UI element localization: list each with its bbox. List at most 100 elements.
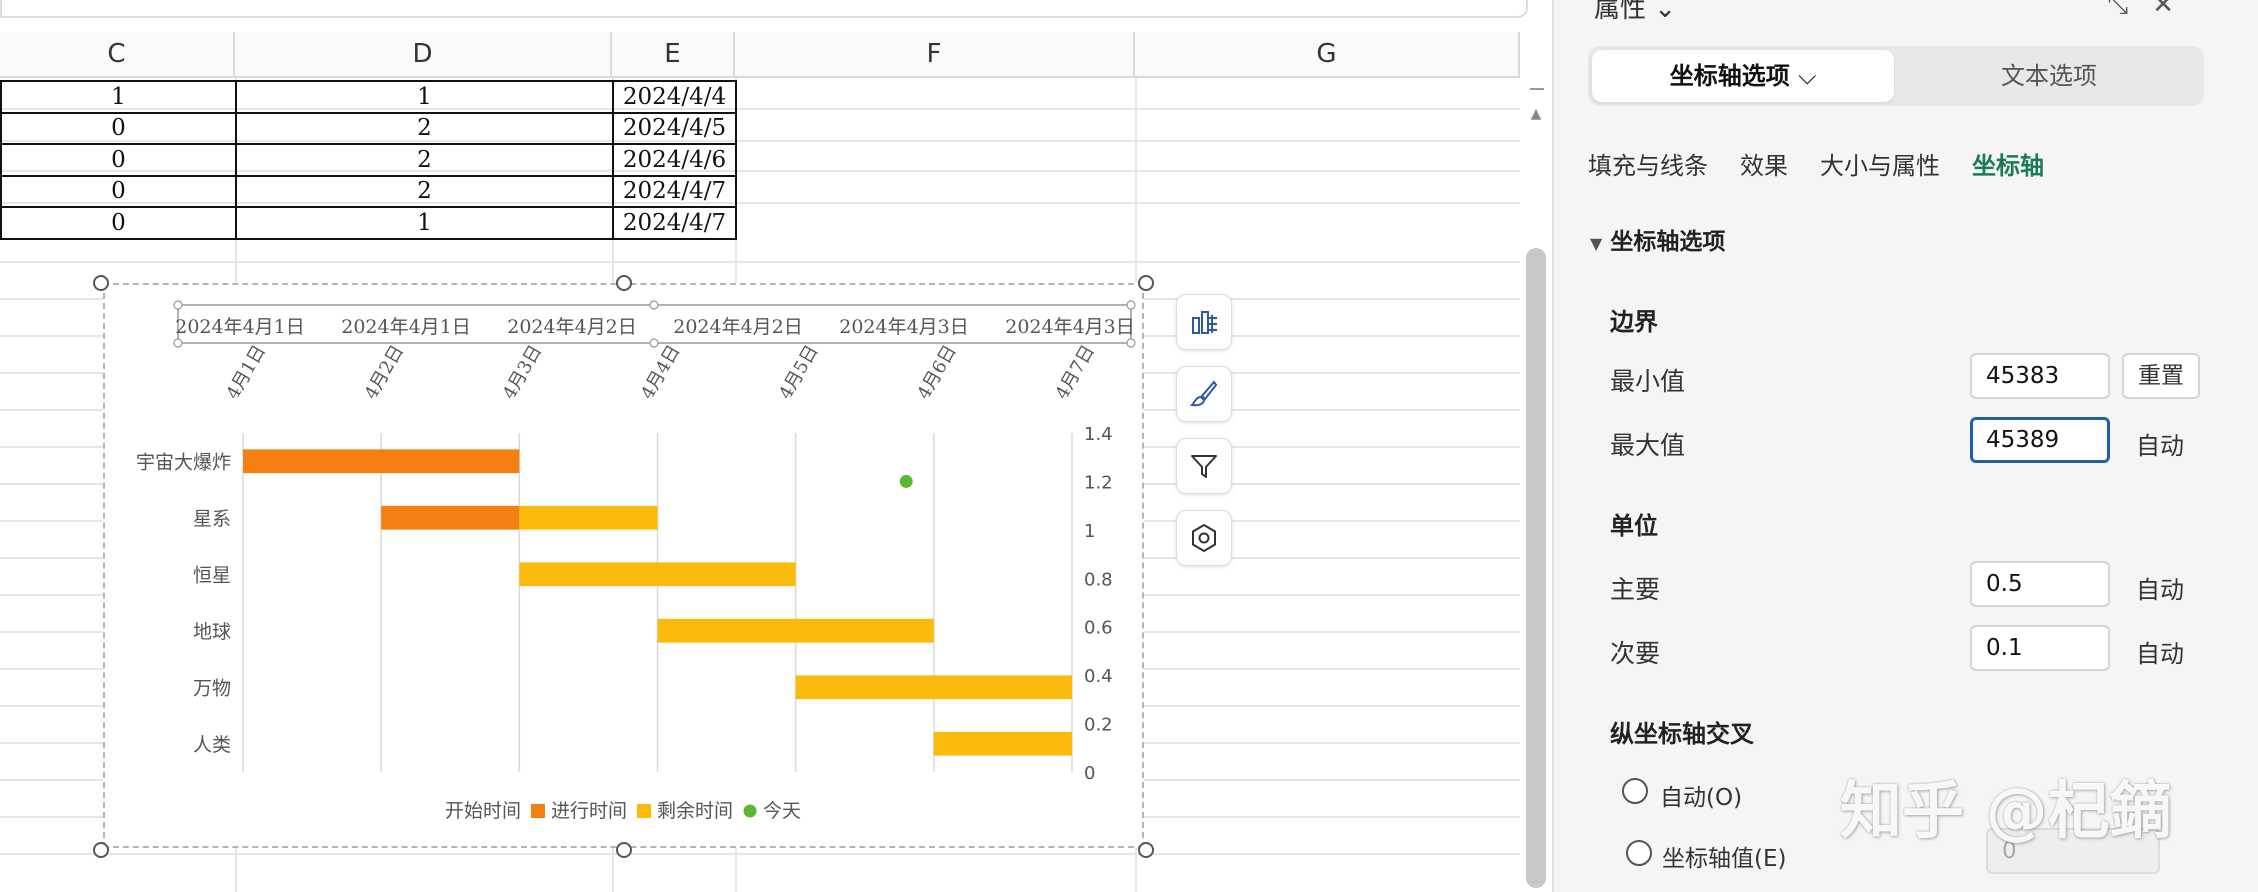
top-axis-tick-label: 2024年4月3日 <box>1005 316 1135 338</box>
top-axis-box <box>177 304 1132 344</box>
chart-canvas: 2024年4月1日 2024年4月1日 2024年4月2日 2024年4月2日 2024… <box>136 300 1136 822</box>
x-axis-tick-label: 4月5日 <box>775 341 823 403</box>
close-icon[interactable]: ✕ <box>2152 0 2198 20</box>
units-heading: 单位 <box>1610 512 1658 540</box>
formula-bar[interactable] <box>0 0 1528 18</box>
secondary-y-tick-label: 0.8 <box>1084 569 1113 590</box>
chart-elements-button[interactable] <box>1176 294 1232 350</box>
column-header-c[interactable]: C <box>0 32 235 76</box>
reset-min-button[interactable]: 重置 <box>2122 353 2200 399</box>
chevron-down-icon: ⌵ <box>1798 62 1817 90</box>
scroll-thumb[interactable] <box>1526 248 1546 888</box>
table-cell[interactable]: 0 <box>0 111 237 145</box>
table-row: 0 2 2024/4/6 <box>0 143 737 177</box>
scroll-up-icon[interactable]: ▲ <box>1528 106 1544 122</box>
table-row: 0 1 2024/4/7 <box>0 206 737 240</box>
column-header-f[interactable]: F <box>735 32 1135 76</box>
table-cell[interactable]: 2024/4/5 <box>612 111 737 145</box>
option-segments: 坐标轴选项 ⌵ 文本选项 <box>1588 46 2204 106</box>
table-row: 0 2 2024/4/7 <box>0 174 737 208</box>
table-cell[interactable]: 2 <box>235 143 614 177</box>
bar-剩余时间 <box>519 505 658 530</box>
major-unit-input[interactable] <box>1970 561 2110 607</box>
minor-label: 次要 <box>1610 639 1661 668</box>
table-cell[interactable]: 1 <box>235 206 614 240</box>
column-header-g[interactable]: G <box>1135 32 1520 76</box>
table-cell[interactable]: 0 <box>0 143 237 177</box>
gantt-chart[interactable]: 2024年4月1日 2024年4月1日 2024年4月2日 2024年4月2日 2024… <box>103 283 1144 848</box>
radio-cross-auto-label[interactable]: 自动(O) <box>1660 778 1742 812</box>
x-axis-tick-label: 4月1日 <box>222 341 270 403</box>
data-table: 1 1 2024/4/4 0 2 2024/4/5 0 2 2024/4/6 0 2 2024/4/7… <box>0 80 737 240</box>
resize-handle-bottom-left[interactable] <box>93 842 109 858</box>
table-cell[interactable]: 2 <box>235 174 614 208</box>
panel-title[interactable]: 属性 ⌄ <box>1594 0 1676 25</box>
column-header-e[interactable]: E <box>612 32 735 76</box>
max-value-input[interactable] <box>1970 417 2110 463</box>
resize-handle-top-right[interactable] <box>1138 275 1154 291</box>
pin-icon[interactable]: ⤡ <box>2107 0 2152 20</box>
resize-handle-top[interactable] <box>616 275 632 291</box>
table-row: 0 2 2024/4/5 <box>0 111 737 145</box>
chart-style-button[interactable] <box>1176 366 1232 422</box>
x-axis-tick-label: 4月7日 <box>1051 341 1099 403</box>
chart-filter-button[interactable] <box>1176 438 1232 494</box>
segment-text-options[interactable]: 文本选项 <box>1898 50 2200 102</box>
top-axis-handle <box>173 338 183 348</box>
chart-settings-icon <box>1192 523 1216 553</box>
tab-effects[interactable]: 效果 <box>1740 146 1788 181</box>
chart-filter-icon <box>1191 455 1217 478</box>
chevron-down-icon: ⌄ <box>1654 0 1677 24</box>
bar-进行时间 <box>381 505 520 530</box>
scroll-top-line <box>1530 88 1544 90</box>
table-cell[interactable]: 1 <box>235 80 614 114</box>
legend-label: 剩余时间 <box>657 800 733 822</box>
section-axis-options[interactable]: ▼ 坐标轴选项 <box>1590 222 1725 256</box>
legend-label: 开始时间 <box>445 800 521 822</box>
chart-elements-icon <box>1192 311 1217 334</box>
radio-cross-value-label[interactable]: 坐标轴值(E) <box>1662 839 1786 873</box>
triangle-down-icon: ▼ <box>1590 234 1603 253</box>
legend-label: 今天 <box>763 800 801 822</box>
secondary-y-tick-label: 1 <box>1084 521 1095 542</box>
table-cell[interactable]: 2024/4/7 <box>612 174 737 208</box>
resize-handle-top-left[interactable] <box>93 275 109 291</box>
x-axis-tick-label: 4月2日 <box>361 341 409 403</box>
top-axis-handle <box>649 338 659 348</box>
bar-剩余时间 <box>795 675 1072 700</box>
table-cell[interactable]: 1 <box>0 80 237 114</box>
segment-axis-options[interactable]: 坐标轴选项 ⌵ <box>1592 50 1894 102</box>
watermark: 知乎 @杞鏑 <box>1840 774 2172 847</box>
panel-window-controls: ⤡✕ <box>2107 0 2198 21</box>
table-cell[interactable]: 0 <box>0 206 237 240</box>
today-marker <box>899 474 913 488</box>
vertical-scrollbar[interactable]: ▲ <box>1520 78 1552 892</box>
minor-unit-input[interactable] <box>1970 625 2110 671</box>
tab-size-properties[interactable]: 大小与属性 <box>1820 146 1940 181</box>
resize-handle-bottom[interactable] <box>616 842 632 858</box>
x-axis-tick-label: 4月3日 <box>499 341 547 403</box>
secondary-y-tick-label: 1.2 <box>1084 472 1113 493</box>
tab-fill-line[interactable]: 填充与线条 <box>1588 146 1708 181</box>
minor-auto-button[interactable]: 自动 <box>2136 634 2184 669</box>
table-cell[interactable]: 2024/4/4 <box>612 80 737 114</box>
resize-handle-bottom-right[interactable] <box>1138 842 1154 858</box>
table-cell[interactable]: 2024/4/6 <box>612 143 737 177</box>
table-cell[interactable]: 2 <box>235 111 614 145</box>
bar-剩余时间 <box>657 618 934 643</box>
radio-cross-value[interactable] <box>1626 840 1652 866</box>
major-label: 主要 <box>1610 575 1661 604</box>
radio-cross-auto[interactable] <box>1622 778 1648 804</box>
min-value-input[interactable] <box>1970 353 2110 399</box>
major-auto-button[interactable]: 自动 <box>2136 570 2184 605</box>
table-cell[interactable]: 2024/4/7 <box>612 206 737 240</box>
bar-剩余时间 <box>933 731 1072 756</box>
column-header-d[interactable]: D <box>235 32 612 76</box>
top-axis-handle <box>1126 338 1136 348</box>
column-header-row: C D E F G <box>0 32 1520 78</box>
legend-swatch <box>637 804 651 818</box>
table-cell[interactable]: 0 <box>0 174 237 208</box>
tab-axis[interactable]: 坐标轴 <box>1972 146 2044 181</box>
max-auto-button[interactable]: 自动 <box>2136 426 2184 461</box>
chart-settings-button[interactable] <box>1176 510 1232 566</box>
